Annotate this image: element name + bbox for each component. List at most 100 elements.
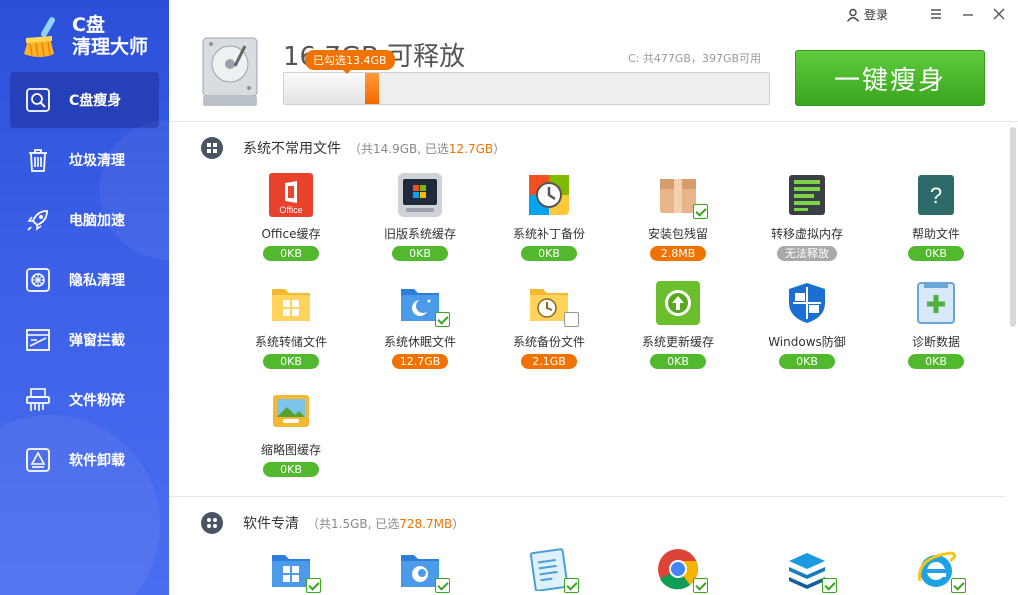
cleanup-item[interactable]: 系统休眠文件 12.7GB — [365, 281, 475, 369]
item-label: Windows防御 — [768, 335, 846, 349]
item-checkbox[interactable] — [306, 578, 321, 593]
memory-icon — [785, 173, 829, 217]
popup-block-icon — [24, 326, 52, 354]
section-divider — [169, 496, 1006, 497]
section-meta: （共1.5GB, 已选728.7MB） — [307, 516, 465, 531]
software-item[interactable] — [236, 547, 346, 593]
item-checkbox[interactable] — [951, 578, 966, 593]
disk-search-icon — [24, 86, 52, 114]
edge-folder-icon — [398, 547, 450, 593]
section-title: 系统不常用文件 — [243, 141, 341, 157]
login-button[interactable]: 登录 — [846, 6, 888, 23]
item-size-badge: 0KB — [263, 462, 319, 477]
cleanup-item[interactable]: 系统更新缓存 0KB — [623, 281, 733, 369]
software-item[interactable] — [623, 547, 733, 593]
package-icon — [656, 173, 708, 219]
item-checkbox[interactable] — [435, 312, 450, 327]
cleanup-item[interactable]: 诊断数据 0KB — [881, 281, 991, 369]
item-size-badge: 0KB — [908, 354, 964, 369]
sidebar-item-c-slim[interactable]: C盘瘦身 — [10, 72, 159, 128]
minimize-button[interactable] — [960, 6, 976, 22]
backup-folder-icon — [527, 281, 579, 327]
rocket-icon — [24, 206, 52, 234]
cleanup-item[interactable]: 系统补丁备份 0KB — [494, 173, 604, 261]
shredder-icon — [24, 386, 52, 414]
sidebar-item-label: 电脑加速 — [69, 213, 125, 229]
cleanup-item[interactable]: 安装包残留 2.8MB — [623, 173, 733, 261]
diagnostic-icon — [914, 281, 958, 325]
cleanup-item[interactable]: Office Office缓存 0KB — [236, 173, 346, 261]
software-item[interactable] — [881, 547, 991, 593]
app-name-line2: 清理大师 — [72, 36, 149, 58]
cleanup-item[interactable]: Windows防御 0KB — [752, 281, 862, 369]
hibernate-icon — [398, 281, 450, 327]
item-label: 诊断数据 — [911, 335, 960, 349]
sidebar-item-popup-block[interactable]: 弹窗拦截 — [10, 312, 159, 368]
item-label: Office缓存 — [261, 227, 321, 241]
sidebar-item-label: 垃圾清理 — [69, 153, 125, 169]
item-size-badge: 0KB — [263, 354, 319, 369]
thumbnail-icon — [269, 389, 313, 433]
cleanup-item[interactable]: 转移虚拟内存 无法释放 — [752, 173, 862, 261]
grid-icon — [201, 137, 223, 159]
sidebar-item-label: 隐私清理 — [69, 273, 125, 289]
software-item[interactable] — [752, 547, 862, 593]
section-meta: （共14.9GB, 已选12.7GB） — [349, 141, 506, 156]
item-size-badge: 0KB — [392, 246, 448, 261]
item-checkbox[interactable] — [693, 578, 708, 593]
cleanup-item[interactable]: ? 帮助文件 0KB — [881, 173, 991, 261]
login-label: 登录 — [864, 8, 889, 22]
menu-icon — [931, 9, 941, 19]
selected-size-tip: 已勾选13.4GB — [305, 50, 395, 74]
item-label: 转移虚拟内存 — [770, 227, 843, 241]
menu-button[interactable] — [928, 6, 944, 22]
item-checkbox[interactable] — [564, 312, 579, 327]
sidebar-item-uninstall[interactable]: 软件卸载 — [10, 432, 159, 488]
minimize-icon — [963, 14, 973, 16]
item-size-badge: 0KB — [908, 246, 964, 261]
svg-text:?: ? — [930, 183, 942, 208]
item-size-badge: 0KB — [650, 354, 706, 369]
sidebar-item-privacy[interactable]: 隐私清理 — [10, 252, 159, 308]
cleanup-item[interactable]: 缩略图缓存 0KB — [236, 389, 346, 477]
sidebar-item-label: 文件粉碎 — [69, 393, 125, 409]
item-size-badge: 0KB — [779, 354, 835, 369]
software-item[interactable] — [494, 547, 604, 593]
cleanup-item[interactable]: 旧版系统缓存 0KB — [365, 173, 475, 261]
disk-usage-bar — [283, 72, 770, 105]
software-item[interactable] — [365, 547, 475, 593]
item-checkbox[interactable] — [564, 578, 579, 593]
item-label: 系统休眠文件 — [383, 335, 456, 349]
item-label: 帮助文件 — [911, 227, 960, 241]
one-click-slim-button[interactable]: 一键瘦身 — [795, 50, 985, 106]
item-size-badge: 2.8MB — [650, 246, 706, 261]
item-size-badge: 12.7GB — [391, 354, 449, 369]
sidebar-item-speedup[interactable]: 电脑加速 — [10, 192, 159, 248]
item-label: 旧版系统缓存 — [383, 227, 456, 241]
sidebar-item-junk-clean[interactable]: 垃圾清理 — [10, 132, 159, 188]
summary-header: 16.7GB 可释放 C: 共477GB，397GB可用 已勾选13.4GB 一… — [169, 30, 1018, 122]
sidebar-item-label: 弹窗拦截 — [69, 333, 125, 349]
item-checkbox[interactable] — [435, 578, 450, 593]
close-button[interactable] — [991, 6, 1007, 22]
item-size-badge: 2.1GB — [521, 354, 577, 369]
office-icon: Office — [269, 173, 313, 217]
item-label: 系统转储文件 — [254, 335, 327, 349]
user-icon — [846, 8, 860, 22]
section-header-system[interactable]: 系统不常用文件 （共14.9GB, 已选12.7GB） — [201, 137, 505, 159]
sidebar-nav: C盘瘦身 垃圾清理 电脑加速 隐私清理 弹窗拦截 文件粉碎 软件卸载 — [0, 72, 169, 492]
cleanup-item[interactable]: 系统转储文件 0KB — [236, 281, 346, 369]
help-icon: ? — [914, 173, 958, 217]
item-checkbox[interactable] — [822, 578, 837, 593]
item-checkbox[interactable] — [693, 204, 708, 219]
old-system-icon — [398, 173, 442, 217]
cleanup-list: 系统不常用文件 （共14.9GB, 已选12.7GB） Office Office… — [169, 123, 1018, 595]
cleanup-item[interactable]: 系统备份文件 2.1GB — [494, 281, 604, 369]
sidebar-item-shredder[interactable]: 文件粉碎 — [10, 372, 159, 428]
section-title: 软件专清 — [243, 516, 299, 532]
uninstall-icon — [24, 446, 52, 474]
section-header-software[interactable]: 软件专清 （共1.5GB, 已选728.7MB） — [201, 512, 464, 534]
scrollbar[interactable] — [1010, 127, 1016, 327]
item-label: 缩略图缓存 — [260, 443, 321, 457]
app-name-line1: C盘 — [72, 14, 105, 36]
